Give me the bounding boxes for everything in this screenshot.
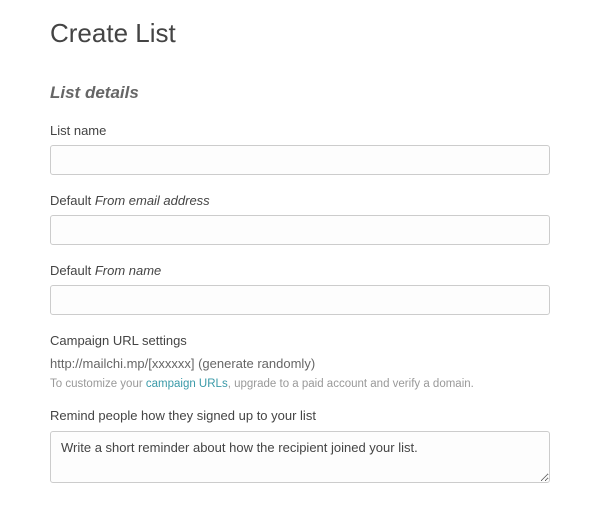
campaign-url-help-prefix: To customize your: [50, 378, 146, 390]
label-from-name-prefix: Default: [50, 263, 95, 278]
campaign-url-example: http://mailchi.mp/[xxxxxx] (generate ran…: [50, 356, 550, 371]
field-reminder: Remind people how they signed up to your…: [50, 408, 550, 488]
label-reminder: Remind people how they signed up to your…: [50, 408, 550, 423]
input-from-name[interactable]: [50, 285, 550, 315]
campaign-url-help-suffix: , upgrade to a paid account and verify a…: [228, 378, 474, 390]
field-from-name: Default From name: [50, 263, 550, 315]
input-from-email[interactable]: [50, 215, 550, 245]
label-list-name: List name: [50, 123, 550, 138]
campaign-url-help-link[interactable]: campaign URLs: [146, 378, 228, 390]
field-campaign-url: Campaign URL settings http://mailchi.mp/…: [50, 333, 550, 390]
label-campaign-url: Campaign URL settings: [50, 333, 550, 348]
label-list-name-text: List name: [50, 123, 106, 138]
input-list-name[interactable]: [50, 145, 550, 175]
textarea-reminder[interactable]: [50, 431, 550, 483]
label-from-email-em: From email address: [95, 193, 210, 208]
label-from-name: Default From name: [50, 263, 550, 278]
label-from-name-em: From name: [95, 263, 161, 278]
label-from-email-prefix: Default: [50, 193, 95, 208]
label-from-email: Default From email address: [50, 193, 550, 208]
campaign-url-help: To customize your campaign URLs, upgrade…: [50, 378, 550, 390]
field-list-name: List name: [50, 123, 550, 175]
section-title-list-details: List details: [50, 83, 550, 103]
field-from-email: Default From email address: [50, 193, 550, 245]
page-title: Create List: [50, 18, 550, 49]
